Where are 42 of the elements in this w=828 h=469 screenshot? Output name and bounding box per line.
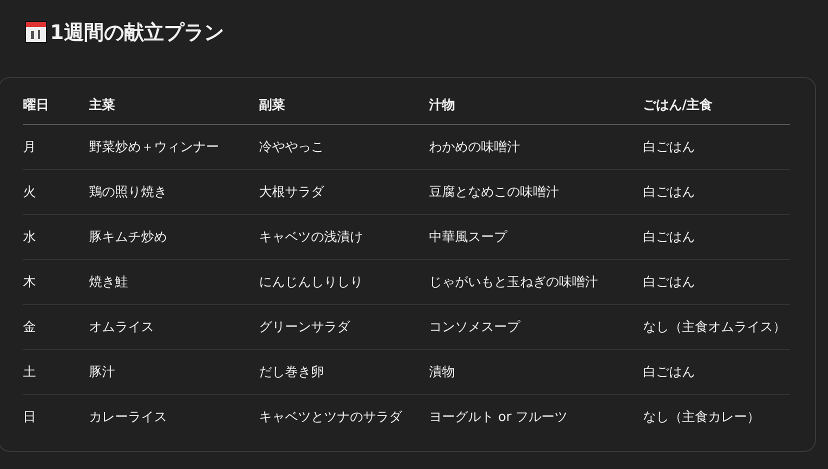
table-cell: 大根サラダ — [259, 170, 429, 214]
table-cell: にんじんしりしり — [259, 260, 429, 304]
calendar-icon — [24, 20, 48, 44]
table-cell: 鶏の照り焼き — [89, 170, 259, 214]
table-cell: なし（主食カレー） — [643, 394, 790, 439]
table-cell: 月 — [23, 124, 89, 170]
column-header: 曜日 — [23, 86, 89, 124]
table-cell: じゃがいもと玉ねぎの味噌汁 — [429, 260, 643, 304]
table-cell: なし（主食オムライス） — [643, 304, 790, 350]
table-cell: 白ごはん — [643, 260, 790, 304]
column-header: 主菜 — [89, 86, 259, 124]
column-header: ごはん/主食 — [643, 86, 790, 124]
table-cell: 豚汁 — [89, 350, 259, 394]
page-title: 1週間の献立プラン — [50, 18, 224, 46]
table-cell: 白ごはん — [643, 214, 790, 260]
column-header: 汁物 — [429, 86, 643, 124]
table-cell: 白ごはん — [643, 170, 790, 214]
table-cell: 豆腐となめこの味噌汁 — [429, 170, 643, 214]
table-cell: 火 — [23, 170, 89, 214]
table-cell: だし巻き卵 — [259, 350, 429, 394]
column-header: 副菜 — [259, 86, 429, 124]
table-cell: キャベツとツナのサラダ — [259, 394, 429, 439]
table-cell: キャベツの浅漬け — [259, 214, 429, 260]
table-cell: 中華風スープ — [429, 214, 643, 260]
table-cell: コンソメスープ — [429, 304, 643, 350]
table-cell: 白ごはん — [643, 350, 790, 394]
table-cell: オムライス — [89, 304, 259, 350]
table-cell: グリーンサラダ — [259, 304, 429, 350]
table-cell: 金 — [23, 304, 89, 350]
table-cell: 日 — [23, 394, 89, 439]
table-cell: 豚キムチ炒め — [89, 214, 259, 260]
table-cell: 焼き鮭 — [89, 260, 259, 304]
table-cell: 木 — [23, 260, 89, 304]
table-cell: カレーライス — [89, 394, 259, 439]
table-cell: ヨーグルト or フルーツ — [429, 394, 643, 439]
table-cell: 冷ややっこ — [259, 124, 429, 170]
table-cell: 水 — [23, 214, 89, 260]
table-cell: 漬物 — [429, 350, 643, 394]
table-cell: 野菜炒め＋ウィンナー — [89, 124, 259, 170]
table-cell: 白ごはん — [643, 124, 790, 170]
table-cell: 土 — [23, 350, 89, 394]
table-cell: わかめの味噌汁 — [429, 124, 643, 170]
